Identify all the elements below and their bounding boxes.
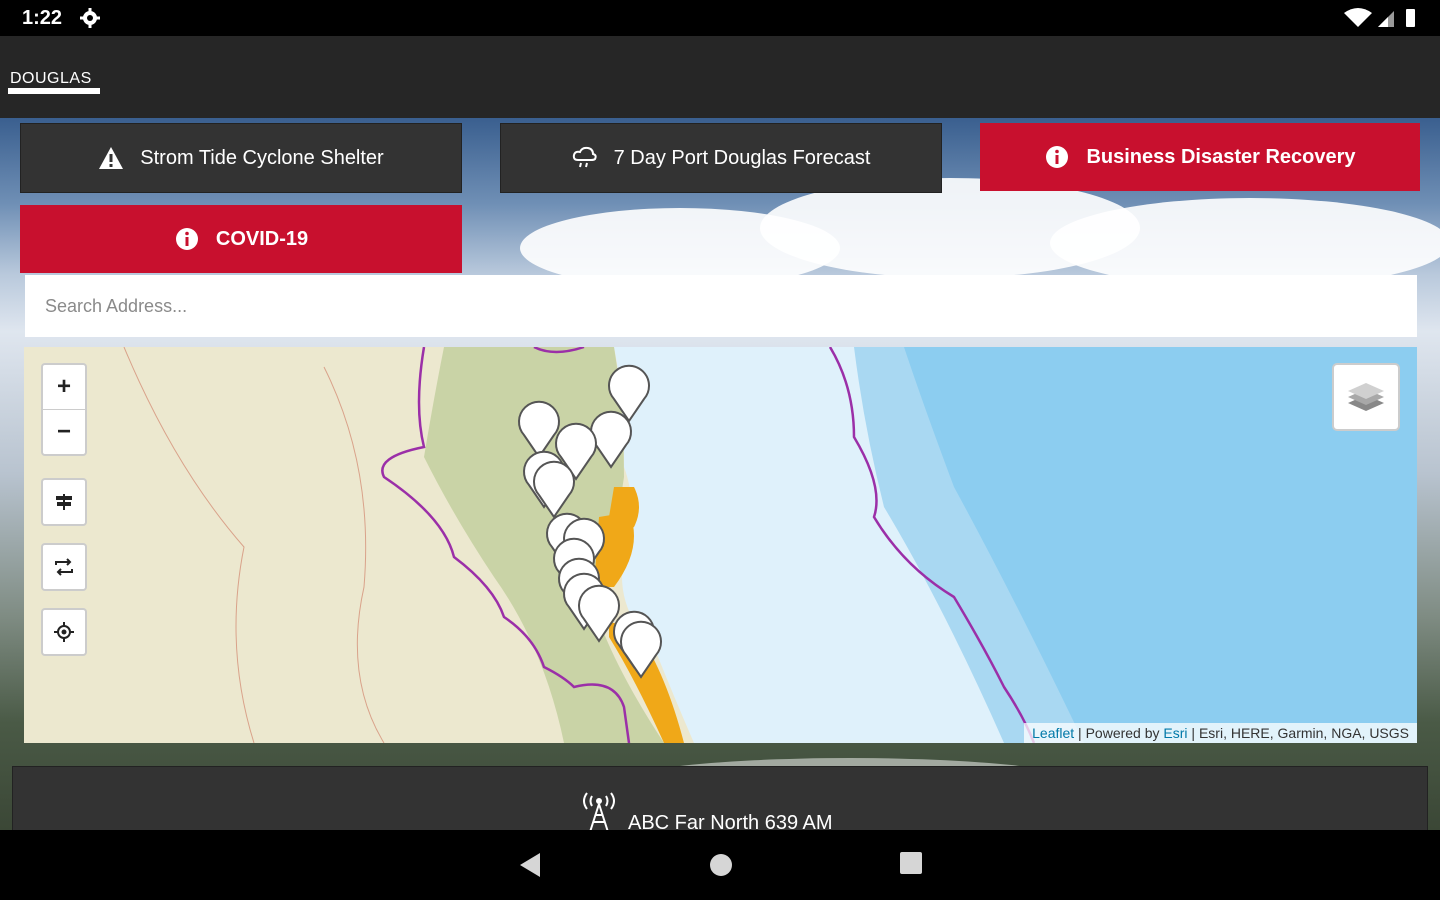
- map-view[interactable]: + − Leaflet | Powered by Esri | Esri, HE…: [24, 347, 1417, 743]
- cloud-rain-icon: [572, 145, 598, 171]
- storm-tide-shelter-label: Strom Tide Cyclone Shelter: [140, 146, 384, 169]
- logo-text: DOUGLAS: [10, 70, 92, 87]
- info-circle-icon: [174, 226, 200, 252]
- search-address-input[interactable]: [25, 275, 1417, 337]
- swap-arrows-icon: [55, 558, 73, 576]
- toggle-control: [41, 543, 87, 591]
- zoom-out-button[interactable]: −: [43, 409, 85, 454]
- info-circle-icon: [1044, 144, 1070, 170]
- covid-19-button[interactable]: COVID-19: [20, 205, 462, 273]
- system-status-icons: [1344, 8, 1415, 27]
- attribution-sources: | Esri, HERE, Garmin, NGA, USGS: [1187, 725, 1409, 741]
- crosshair-icon: [54, 622, 74, 642]
- status-bar: 1:22: [0, 0, 1440, 36]
- locate-control: [41, 608, 87, 656]
- signpost-icon: [56, 494, 72, 510]
- home-icon[interactable]: [709, 853, 733, 877]
- back-icon[interactable]: [516, 852, 542, 878]
- forecast-label: 7 Day Port Douglas Forecast: [613, 146, 871, 169]
- covid-19-label: COVID-19: [215, 227, 309, 250]
- business-disaster-recovery-button[interactable]: Business Disaster Recovery: [980, 123, 1420, 191]
- gear-icon: [80, 8, 100, 28]
- recent-apps-icon[interactable]: [900, 852, 922, 874]
- zoom-control: + −: [41, 363, 87, 456]
- status-time: 1:22: [22, 7, 63, 29]
- layers-button[interactable]: [1332, 363, 1400, 431]
- esri-link[interactable]: Esri: [1163, 725, 1187, 741]
- locate-me-button[interactable]: [43, 610, 85, 654]
- attribution-powered: | Powered by: [1074, 725, 1164, 741]
- storm-tide-shelter-button[interactable]: Strom Tide Cyclone Shelter: [20, 123, 462, 193]
- toggle-view-button[interactable]: [43, 545, 85, 589]
- zoom-in-button[interactable]: +: [43, 365, 85, 409]
- council-logo[interactable]: DOUGLAS: [8, 70, 100, 98]
- navigation-bar: [0, 830, 1440, 900]
- forecast-button[interactable]: 7 Day Port Douglas Forecast: [500, 123, 942, 193]
- map-canvas[interactable]: [24, 347, 1417, 743]
- radio-tower-icon: [583, 792, 615, 833]
- layers-icon: [1348, 383, 1384, 411]
- battery-icon: [1406, 9, 1415, 27]
- legend-control: [41, 478, 87, 526]
- legend-button[interactable]: [43, 480, 85, 524]
- leaflet-link[interactable]: Leaflet: [1032, 725, 1074, 741]
- app-bar: DOUGLAS: [0, 36, 1440, 118]
- map-attribution: Leaflet | Powered by Esri | Esri, HERE, …: [1024, 723, 1417, 743]
- wifi-icon: [1344, 8, 1372, 27]
- warning-triangle-icon: [98, 145, 124, 171]
- business-disaster-recovery-label: Business Disaster Recovery: [1086, 145, 1356, 168]
